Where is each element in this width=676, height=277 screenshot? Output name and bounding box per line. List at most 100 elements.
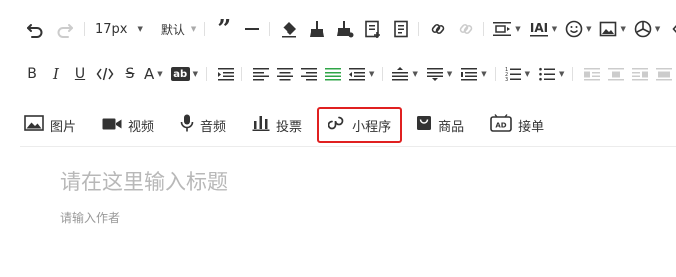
paragraph-before-icon <box>426 66 444 82</box>
media-label: 接单 <box>518 119 545 135</box>
code-icon <box>672 20 676 38</box>
chevron-down-icon: ▼ <box>654 24 661 33</box>
paragraph-spacing-icon <box>492 20 512 38</box>
column-center-icon <box>607 66 625 82</box>
font-family-select[interactable]: 默认 ▼ <box>161 15 196 43</box>
third-party-icon <box>634 20 652 38</box>
chevron-down-icon: ▼ <box>446 69 453 78</box>
align-right-icon <box>300 66 318 82</box>
paragraph-after-button[interactable]: ▼ <box>460 60 487 88</box>
author-input[interactable] <box>60 209 360 227</box>
column-right-button[interactable] <box>629 60 651 88</box>
clear-format-icon <box>280 20 298 38</box>
horizontal-rule-icon <box>244 21 260 37</box>
align-justify-icon <box>324 66 342 82</box>
insert-poll-button[interactable]: 投票 <box>252 110 302 140</box>
insert-picture-button[interactable]: 图片 <box>24 110 76 140</box>
third-party-button[interactable]: ▼ <box>634 15 660 43</box>
chevron-down-icon: ▼ <box>137 24 143 33</box>
format-painter-button[interactable] <box>306 15 328 43</box>
column-justify-button[interactable] <box>653 60 675 88</box>
article-title-input[interactable] <box>60 167 640 197</box>
text-direction-icon <box>348 66 366 82</box>
column-right-icon <box>631 66 649 82</box>
unordered-list-icon <box>538 66 556 82</box>
chevron-down-icon: ▼ <box>620 24 626 33</box>
font-color-button[interactable]: A ▼ <box>144 60 163 88</box>
font-size-value: 17px <box>95 21 128 37</box>
font-family-value: 默认 <box>160 22 185 37</box>
media-label: 投票 <box>276 119 303 135</box>
insert-template-button[interactable] <box>362 15 384 43</box>
column-left-button[interactable] <box>581 60 603 88</box>
chevron-down-icon: ▼ <box>586 24 592 33</box>
line-height-icon <box>391 66 409 82</box>
align-left-button[interactable] <box>250 60 272 88</box>
bold-button[interactable]: B <box>22 60 42 88</box>
bold-icon: B <box>27 66 37 82</box>
paragraph-spacing-button[interactable]: ▼ <box>492 15 521 43</box>
ordered-list-button[interactable]: 123 ▼ <box>504 60 530 88</box>
chevron-down-icon: ▼ <box>551 24 558 33</box>
background-color-button[interactable]: ab ▼ <box>170 60 199 88</box>
text-direction-button[interactable]: ▼ <box>348 60 374 88</box>
underline-button[interactable]: U <box>70 60 90 88</box>
blockquote-icon: ” <box>217 14 232 43</box>
font-size-select[interactable]: 17px ▼ <box>95 15 143 43</box>
font-color-icon: A <box>144 65 155 83</box>
format-painter-alt-button[interactable] <box>334 15 356 43</box>
chevron-down-icon: ▼ <box>369 69 375 78</box>
picture-icon <box>24 115 44 135</box>
link-button[interactable] <box>427 15 449 43</box>
insert-product-button[interactable]: 商品 <box>416 110 464 140</box>
chevron-down-icon: ▼ <box>515 24 521 33</box>
chevron-down-icon: ▼ <box>192 69 199 78</box>
inline-code-button[interactable] <box>94 60 116 88</box>
document-button[interactable] <box>390 15 412 43</box>
column-justify-icon <box>655 66 673 82</box>
unlink-icon <box>457 20 475 38</box>
chevron-down-icon: ▼ <box>524 69 530 78</box>
horizontal-rule-button[interactable] <box>241 15 263 43</box>
document-icon <box>392 20 410 38</box>
svg-text:3: 3 <box>505 77 508 82</box>
strikethrough-button[interactable]: S <box>120 60 140 88</box>
align-center-button[interactable] <box>274 60 296 88</box>
undo-button[interactable] <box>24 15 46 43</box>
indent-icon <box>217 66 235 82</box>
paragraph-before-button[interactable]: ▼ <box>426 60 452 88</box>
insert-video-button[interactable]: 视频 <box>102 110 154 140</box>
italic-button[interactable]: I <box>46 60 66 88</box>
video-icon <box>102 116 122 135</box>
insert-template-icon <box>364 20 382 38</box>
column-center-button[interactable] <box>605 60 627 88</box>
insert-mini-program-button[interactable]: 小程序 <box>317 107 403 143</box>
line-height-button[interactable]: ▼ <box>391 60 418 88</box>
link-icon <box>429 20 447 38</box>
column-left-icon <box>583 66 601 82</box>
media-insert-bar: 图片 视频 音频 投票 小程序 商品 AD 接单 <box>0 107 676 143</box>
indent-button[interactable] <box>215 60 237 88</box>
align-justify-button[interactable] <box>322 60 344 88</box>
media-label: 图片 <box>50 119 77 135</box>
code-button[interactable] <box>670 15 676 43</box>
media-label: 音频 <box>200 119 227 135</box>
format-painter-icon <box>308 20 326 38</box>
ad-icon: AD <box>490 114 512 136</box>
insert-ad-button[interactable]: AD 接单 <box>490 110 544 140</box>
media-label: 视频 <box>128 119 155 135</box>
image-button[interactable]: ▼ <box>599 15 626 43</box>
svg-text:IAI: IAI <box>530 21 548 35</box>
clear-format-button[interactable] <box>278 15 300 43</box>
emoji-button[interactable]: ▼ <box>565 15 591 43</box>
redo-button[interactable] <box>54 15 76 43</box>
toolbar-row-2: B I U S A ▼ ab ▼ ▼ ▼ ▼ ▼ 1 2 3 ▼ ▼ <box>0 59 676 89</box>
unlink-button[interactable] <box>455 15 477 43</box>
align-right-button[interactable] <box>298 60 320 88</box>
blockquote-button[interactable]: ” <box>213 15 235 43</box>
insert-audio-button[interactable]: 音频 <box>180 110 226 140</box>
text-indent-button[interactable]: IAI ▼ <box>529 15 557 43</box>
emoji-icon <box>565 20 583 38</box>
toolbar-divider <box>20 146 676 147</box>
unordered-list-button[interactable]: ▼ <box>538 60 564 88</box>
